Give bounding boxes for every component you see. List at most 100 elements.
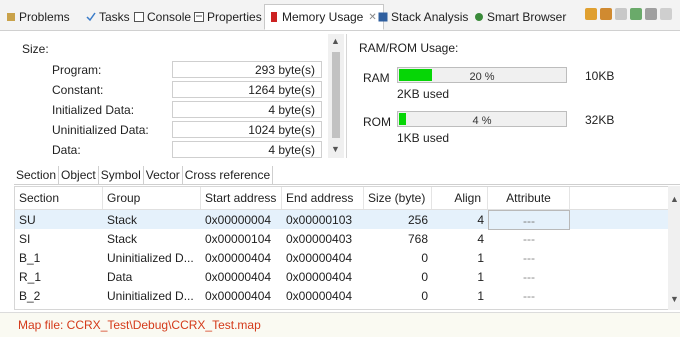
tab-console[interactable]: Console [134,6,191,28]
rom-progress-bar: 4 % [397,111,567,127]
cell-attribute: --- [523,289,535,303]
tab-stack-analysis[interactable]: Stack Analysis [378,6,468,28]
cell-end-address: 0x00000103 [286,213,353,227]
map-file-path: Map file: CCRX_Test\Debug\CCRX_Test.map [18,318,261,332]
cell-align: 1 [477,251,484,265]
cell-section: SU [19,213,36,227]
usage-row-rom: ROM 4 % 1KB used 32KB [361,111,680,151]
cell-end-address: 0x00000404 [286,289,353,303]
tab-vector[interactable]: Vector [144,166,183,184]
size-row-initialized-data: Initialized Data: 4 byte(s) [52,101,322,119]
size-value: 4 byte(s) [172,141,322,158]
cell-group: Data [107,270,133,284]
cell-align: 1 [477,289,484,303]
scrollbar-thumb[interactable] [332,52,340,138]
tab-tasks[interactable]: Tasks [86,6,130,28]
cell-size: 0 [421,270,428,284]
map-file-bar: Map file: CCRX_Test\Debug\CCRX_Test.map [0,312,680,337]
cell-align: 4 [477,232,484,246]
column-header-group[interactable]: Group [103,187,201,209]
cell-attribute: --- [523,232,535,246]
cell-group: Uninitialized D... [107,251,194,265]
view-tab-bar: Problems Tasks Console Properties Memory… [0,0,680,31]
cell-attribute: --- [523,270,535,284]
column-header-section[interactable]: Section [15,187,103,209]
size-title: Size: [22,42,49,56]
cell-align: 4 [477,213,484,227]
ram-rom-usage-panel: RAM/ROM Usage: RAM 20 % 2KB used 10KB RO… [346,34,680,158]
scroll-down-icon[interactable]: ▼ [670,294,679,304]
size-scrollbar[interactable]: ▲ ▼ [328,34,344,158]
column-header-align[interactable]: Align [432,187,488,209]
toolbar-action-icon[interactable] [600,8,612,20]
table-row[interactable]: B_2 Uninitialized D... 0x00000404 0x0000… [15,286,669,305]
tab-cross-reference[interactable]: Cross reference [183,166,274,184]
cell-start-address: 0x00000404 [205,270,272,284]
toolbar-action-icon[interactable] [630,8,642,20]
scroll-down-icon[interactable]: ▼ [331,144,340,154]
cell-group: Stack [107,213,138,227]
cell-section: B_1 [19,251,41,265]
toolbar-action-icon[interactable] [615,8,627,20]
table-row[interactable]: SU Stack 0x00000004 0x00000103 256 4 --- [15,210,669,230]
tab-object[interactable]: Object [59,166,99,184]
table-row[interactable]: B_1 Uninitialized D... 0x00000404 0x0000… [15,248,669,267]
scroll-up-icon[interactable]: ▲ [670,194,679,204]
tab-label: Smart Browser [487,10,567,24]
tab-label: Console [147,10,192,24]
size-label: Program: [52,63,102,77]
cell-end-address: 0x00000404 [286,251,353,265]
usage-label: RAM [363,71,390,85]
table-scrollbar[interactable]: ▲ ▼ [668,186,680,310]
size-value: 293 byte(s) [172,61,322,78]
toolbar-action-icon[interactable] [585,8,597,20]
column-header-size[interactable]: Size (byte) [364,187,432,209]
tab-properties[interactable]: Properties [194,6,262,28]
toolbar-action-icon[interactable] [645,8,657,20]
cell-attribute: --- [523,251,535,265]
size-label: Uninitialized Data: [52,123,149,137]
usage-used: 2KB used [397,87,450,101]
tab-symbol[interactable]: Symbol [99,166,144,184]
cell-size: 0 [421,289,428,303]
cell-size: 256 [407,213,428,227]
cell-end-address: 0x00000403 [286,232,353,246]
scroll-up-icon[interactable]: ▲ [331,36,340,46]
tab-section[interactable]: Section [14,166,60,184]
cell-group: Stack [107,232,138,246]
size-row-constant: Constant: 1264 byte(s) [52,81,322,99]
column-header-attribute[interactable]: Attribute [488,187,570,209]
cell-start-address: 0x00000404 [205,251,272,265]
usage-total: 10KB [585,69,615,83]
column-header-end-address[interactable]: End address [282,187,364,209]
tab-memory-usage[interactable]: Memory Usage ✕ [264,4,384,30]
size-panel: Size: Program: 293 byte(s) Constant: 126… [14,34,346,158]
cell-size: 0 [421,251,428,265]
cell-section: R_1 [19,270,42,284]
size-label: Initialized Data: [52,103,135,117]
close-icon[interactable]: ✕ [368,12,376,23]
ram-progress-bar: 20 % [397,67,567,83]
usage-used: 1KB used [397,131,450,145]
table-row[interactable]: SI Stack 0x00000104 0x00000403 768 4 --- [15,229,669,248]
size-label: Data: [52,143,81,157]
tab-problems[interactable]: Problems [6,6,70,28]
section-table: Section Group Start address End address … [14,186,670,310]
tab-smart-browser[interactable]: Smart Browser [474,6,566,28]
cell-start-address: 0x00000004 [205,213,272,227]
cell-end-address: 0x00000404 [286,270,353,284]
cell-section: SI [19,232,31,246]
detail-tab-strip: Section Object Symbol Vector Cross refer… [14,166,680,185]
cell-size: 768 [407,232,428,246]
minimize-icon[interactable] [660,8,672,20]
table-row[interactable]: R_1 Data 0x00000404 0x00000404 0 1 --- [15,267,669,286]
tab-label: Tasks [99,10,130,24]
properties-icon [194,12,204,22]
size-row-data: Data: 4 byte(s) [52,141,322,159]
tab-label: Properties [207,10,262,24]
column-header-start-address[interactable]: Start address [201,187,282,209]
usage-label: ROM [363,115,391,129]
tasks-icon [86,12,96,22]
cell-attribute[interactable]: --- [488,210,570,230]
size-value: 4 byte(s) [172,101,322,118]
